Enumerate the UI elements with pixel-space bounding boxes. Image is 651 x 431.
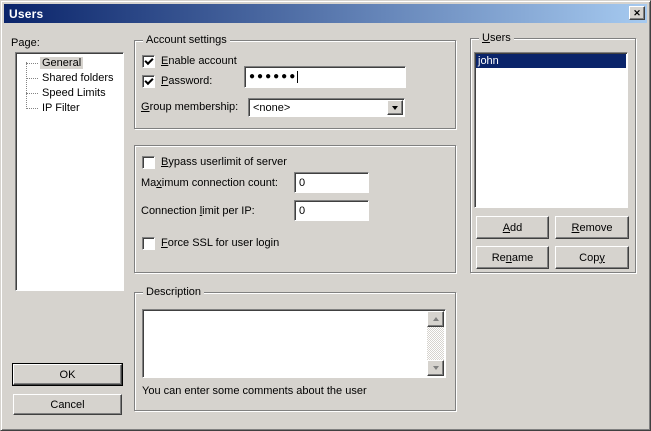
dropdown-button[interactable] [387, 100, 403, 115]
ok-button[interactable]: OK [13, 364, 122, 385]
enable-account-checkbox[interactable] [142, 55, 155, 68]
arrow-down-icon [433, 366, 439, 370]
enable-account-label[interactable]: Enable account [161, 55, 237, 67]
description-textarea[interactable] [142, 309, 446, 378]
max-connections-input[interactable]: 0 [294, 172, 369, 193]
tree-item-label: General [40, 57, 83, 69]
max-connections-label: Maximum connection count: [141, 177, 278, 189]
users-group-title: Users [479, 32, 514, 45]
add-user-button[interactable]: Add [476, 216, 549, 239]
bypass-userlimit-checkbox[interactable] [142, 156, 155, 169]
description-group-title: Description [143, 286, 204, 299]
bypass-userlimit-label[interactable]: Bypass userlimit of server [161, 156, 287, 168]
chevron-down-icon [392, 106, 398, 110]
account-settings-group-title: Account settings [143, 34, 230, 47]
tree-item-shared-folders[interactable]: Shared folders [16, 71, 123, 86]
group-membership-label: Group membership: [141, 101, 238, 113]
scroll-up-button[interactable] [427, 311, 444, 327]
password-label[interactable]: Password: [161, 75, 212, 87]
tree-item-general[interactable]: General [16, 56, 123, 71]
remove-user-button-label: Remove [572, 222, 613, 234]
user-list-item-john[interactable]: john [476, 54, 626, 68]
connections-per-ip-label: Connection limit per IP: [141, 205, 255, 217]
window-title: Users [9, 7, 43, 21]
copy-user-button[interactable]: Copy [555, 246, 629, 269]
rename-user-button-label: Rename [492, 252, 534, 264]
cancel-button[interactable]: Cancel [13, 394, 122, 415]
page-label: Page: [11, 37, 40, 49]
force-ssl-checkbox[interactable] [142, 237, 155, 250]
text-caret [297, 71, 298, 83]
arrow-up-icon [433, 317, 439, 321]
users-dialog: Users ✕ Page: General Shared folders Speed… [0, 0, 651, 431]
close-button[interactable]: ✕ [629, 6, 645, 20]
max-connections-value: 0 [299, 177, 305, 189]
cancel-button-label: Cancel [50, 399, 84, 411]
ok-button-label: OK [60, 369, 76, 381]
description-scrollbar[interactable] [427, 311, 444, 376]
add-user-button-label: Add [503, 222, 523, 234]
group-membership-value: <none> [253, 102, 290, 114]
force-ssl-label[interactable]: Force SSL for user login [161, 237, 279, 249]
group-membership-select[interactable]: <none> [248, 98, 405, 117]
tree-item-label: Speed Limits [40, 87, 108, 99]
title-bar[interactable]: Users ✕ [4, 4, 647, 23]
description-hint: You can enter some comments about the us… [142, 385, 367, 397]
tree-item-label: IP Filter [40, 102, 82, 114]
rename-user-button[interactable]: Rename [476, 246, 549, 269]
password-input[interactable]: ●●●●●● [244, 66, 406, 88]
page-tree[interactable]: General Shared folders Speed Limits IP Filt… [15, 52, 124, 291]
scroll-down-button[interactable] [427, 360, 444, 376]
copy-user-button-label: Copy [579, 252, 605, 264]
password-checkbox[interactable] [142, 75, 155, 88]
tree-item-ip-filter[interactable]: IP Filter [16, 101, 123, 116]
users-list[interactable]: john [474, 52, 628, 208]
tree-item-speed-limits[interactable]: Speed Limits [16, 86, 123, 101]
connections-per-ip-value: 0 [299, 205, 305, 217]
close-icon: ✕ [633, 9, 641, 18]
password-masked-value: ●●●●●● [249, 72, 297, 82]
remove-user-button[interactable]: Remove [555, 216, 629, 239]
connections-per-ip-input[interactable]: 0 [294, 200, 369, 221]
tree-item-label: Shared folders [40, 72, 116, 84]
